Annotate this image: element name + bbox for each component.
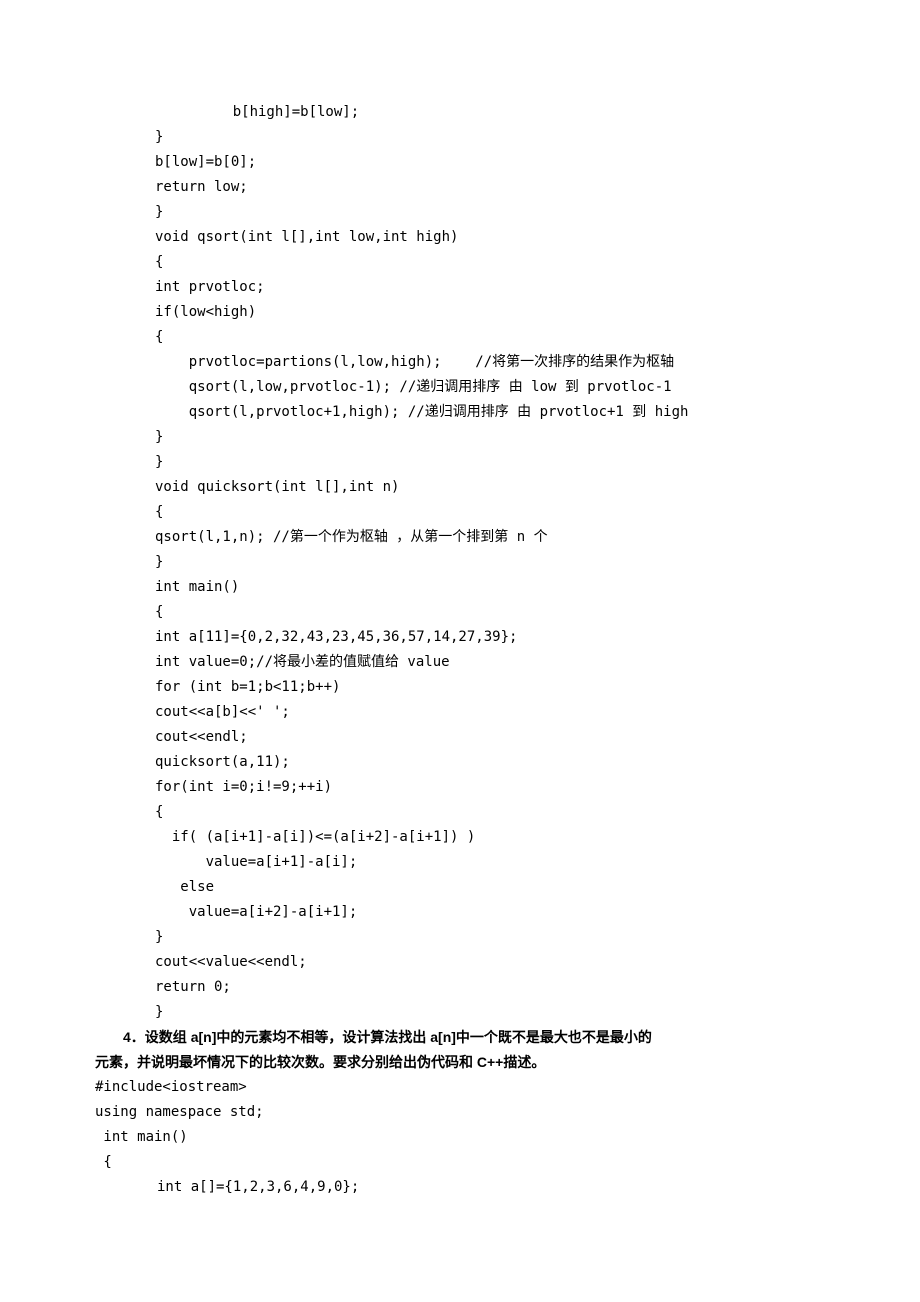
code-line: if( (a[i+1]-a[i])<=(a[i+2]-a[i+1]) ) [95, 825, 825, 850]
code-line: else [95, 875, 825, 900]
code-line: } [95, 125, 825, 150]
code-line: } [95, 425, 825, 450]
code-line: b[low]=b[0]; [95, 150, 825, 175]
code-line: #include<iostream> [95, 1075, 825, 1100]
code-line: cout<<endl; [95, 725, 825, 750]
code-line: } [95, 925, 825, 950]
code-block-2: #include<iostream> using namespace std; … [95, 1075, 825, 1200]
heading-text: 中的元素均不相等，设计算法找出 [216, 1029, 430, 1045]
code-line: return 0; [95, 975, 825, 1000]
code-line: int a[]={1,2,3,6,4,9,0}; [95, 1175, 825, 1200]
code-line: void qsort(int l[],int low,int high) [95, 225, 825, 250]
code-line: qsort(l,1,n); //第一个作为枢轴 ，从第一个排到第 n 个 [95, 525, 825, 550]
code-line: b[high]=b[low]; [95, 100, 825, 125]
code-line: qsort(l,low,prvotloc-1); //递归调用排序 由 low … [95, 375, 825, 400]
code-line: int a[11]={0,2,32,43,23,45,36,57,14,27,3… [95, 625, 825, 650]
code-line: int main() [95, 575, 825, 600]
document-page: b[high]=b[low]; } b[low]=b[0]; return lo… [0, 0, 920, 1280]
question-heading-cont: 元素，并说明最坏情况下的比较次数。要求分别给出伪代码和 C++描述。 [95, 1050, 825, 1075]
code-line: qsort(l,prvotloc+1,high); //递归调用排序 由 prv… [95, 400, 825, 425]
code-line: return low; [95, 175, 825, 200]
code-line: int value=0;//将最小差的值赋值给 value [95, 650, 825, 675]
heading-text: 设数组 [145, 1029, 191, 1045]
code-line: { [95, 250, 825, 275]
heading-text: 中一个既不是最大也不是最小的 [456, 1029, 652, 1045]
code-line: for (int b=1;b<11;b++) [95, 675, 825, 700]
code-block-1: b[high]=b[low]; } b[low]=b[0]; return lo… [95, 100, 825, 1025]
heading-bold: a[n] [191, 1029, 217, 1045]
code-line: value=a[i+2]-a[i+1]; [95, 900, 825, 925]
code-line: } [95, 450, 825, 475]
code-line: { [95, 1150, 825, 1175]
code-line: using namespace std; [95, 1100, 825, 1125]
code-line: { [95, 500, 825, 525]
code-line: cout<<value<<endl; [95, 950, 825, 975]
code-line: void quicksort(int l[],int n) [95, 475, 825, 500]
code-line: { [95, 600, 825, 625]
code-line: } [95, 550, 825, 575]
code-line: quicksort(a,11); [95, 750, 825, 775]
code-line: { [95, 325, 825, 350]
code-line: } [95, 1000, 825, 1025]
question-heading: 4．设数组 a[n]中的元素均不相等，设计算法找出 a[n]中一个既不是最大也不… [95, 1025, 825, 1050]
heading-bold: a[n] [430, 1029, 456, 1045]
code-line: for(int i=0;i!=9;++i) [95, 775, 825, 800]
code-line: int prvotloc; [95, 275, 825, 300]
code-line: { [95, 800, 825, 825]
code-line: cout<<a[b]<<' '; [95, 700, 825, 725]
code-line: int main() [95, 1125, 825, 1150]
code-line: prvotloc=partions(l,low,high); //将第一次排序的… [95, 350, 825, 375]
code-line: value=a[i+1]-a[i]; [95, 850, 825, 875]
code-line: } [95, 200, 825, 225]
question-number: 4． [123, 1029, 145, 1045]
code-line: if(low<high) [95, 300, 825, 325]
